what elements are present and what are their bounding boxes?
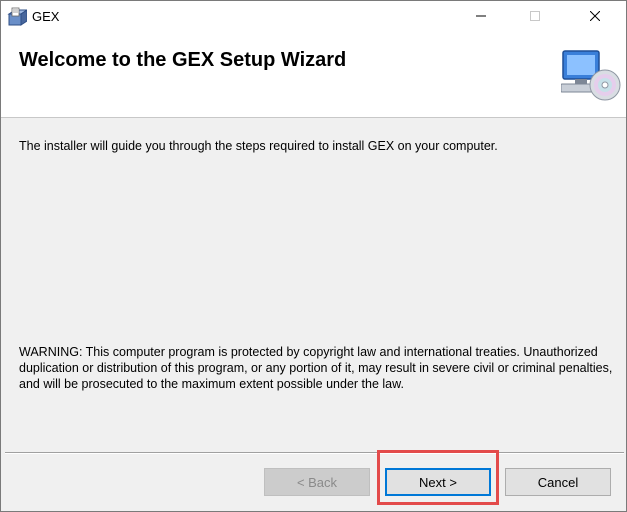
wizard-header: Welcome to the GEX Setup Wizard <box>1 33 626 118</box>
close-button[interactable] <box>572 1 618 33</box>
footer-divider <box>5 452 624 454</box>
setup-wizard-window: GEX Welcome to the GEX Setup Wizard The … <box>0 0 627 512</box>
intro-text: The installer will guide you through the… <box>19 139 498 153</box>
computer-cd-icon <box>560 47 621 103</box>
copyright-warning: WARNING: This computer program is protec… <box>19 345 613 391</box>
installer-box-icon[interactable] <box>7 7 29 27</box>
close-icon <box>589 8 601 26</box>
minimize-icon <box>476 8 486 26</box>
cancel-button[interactable]: Cancel <box>505 468 611 496</box>
next-button[interactable]: Next > <box>385 468 491 496</box>
maximize-icon <box>530 8 540 26</box>
maximize-button <box>512 1 558 33</box>
back-button: < Back <box>264 468 370 496</box>
window-title: GEX <box>32 9 60 24</box>
minimize-button[interactable] <box>458 1 504 33</box>
title-bar[interactable]: GEX <box>1 1 626 33</box>
page-title: Welcome to the GEX Setup Wizard <box>19 49 347 71</box>
